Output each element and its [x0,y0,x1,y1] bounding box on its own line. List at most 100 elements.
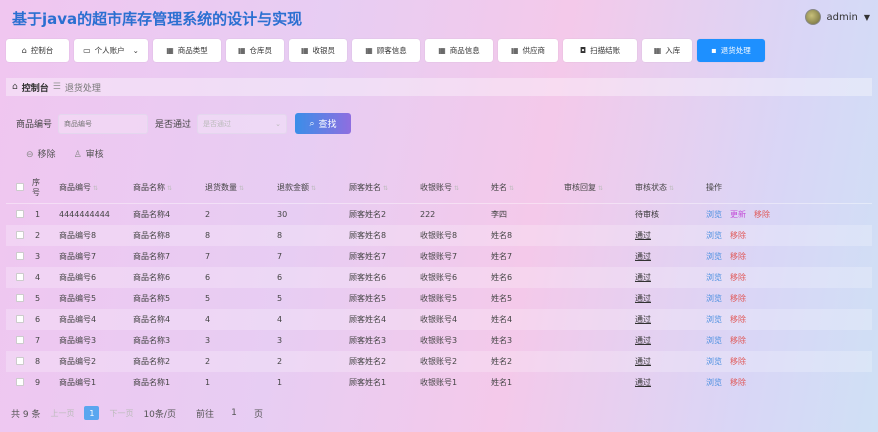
cell-status[interactable]: 通过 [635,293,706,304]
cell-cashier: 收银账号1 [420,378,458,387]
pass-select-placeholder: 是否通过 [203,119,232,128]
remove-link[interactable]: 移除 [754,210,770,219]
remove-link[interactable]: 移除 [730,252,746,261]
row-actions: 浏览 移除 [706,356,826,367]
column-header[interactable]: 商品编号 ⇅ [59,182,133,193]
remove-button[interactable]: ⊖ 移除 [26,147,56,160]
prev-page-button[interactable]: 上一页 [50,408,74,419]
search-button[interactable]: ⌕ 查找 [295,113,352,134]
nav-button[interactable]: ▦ 顾客信息 [352,39,420,62]
page-number[interactable]: 1 [84,406,100,420]
nav-button[interactable]: ◘ 扫描结账 [563,39,637,62]
cell-status[interactable]: 通过 [635,377,706,388]
update-link[interactable]: 更新 [730,210,746,219]
row-checkbox[interactable] [16,251,24,260]
total-count: 共 9 条 [11,409,41,420]
sort-icon[interactable]: ⇅ [167,185,172,192]
code-input[interactable] [58,113,149,134]
sort-icon[interactable]: ⇅ [311,185,316,192]
row-checkbox[interactable] [16,356,24,365]
nav-button[interactable]: ▦ 仓库员 [226,39,284,62]
column-header[interactable]: 退货数量 ⇅ [205,182,277,193]
user-menu[interactable]: admin ▼ [804,9,870,25]
table-row: 9 商品编号1 商品名称1 1 1 顾客姓名1 收银账号1 姓名1 通过 浏览 移除 [6,372,872,393]
view-link[interactable]: 浏览 [706,231,722,240]
column-header[interactable]: 审核回复 ⇅ [564,182,635,193]
cell-status[interactable]: 通过 [635,230,706,241]
sort-icon[interactable]: ⇅ [598,185,603,192]
avatar[interactable] [804,9,821,25]
remove-link[interactable]: 移除 [730,378,746,387]
view-link[interactable]: 浏览 [706,252,722,261]
cell-no: 2 [35,231,41,240]
sort-icon[interactable]: ⇅ [239,185,244,192]
sort-icon[interactable]: ⇅ [454,185,459,192]
remove-link[interactable]: 移除 [730,273,746,282]
nav-button[interactable]: ⌂ 控制台 [6,39,69,62]
row-checkbox[interactable] [16,314,24,323]
cell-status[interactable]: 通过 [635,314,706,325]
nav-button[interactable]: ▦ 供应商 [498,39,558,62]
column-header[interactable]: 顾客姓名 ⇅ [349,182,420,193]
nav-button[interactable]: ▭ 个人账户 ⌄ [74,39,148,62]
search-button-label: 查找 [318,120,337,130]
row-checkbox[interactable] [16,293,24,302]
cell-no: 5 [35,294,41,303]
table-header: 序号 商品编号 ⇅ 商品名称 ⇅ 退货数量 ⇅ 退款金额 ⇅ 顾客姓名 ⇅ 收银账号 ⇅ 姓名 ⇅ 审核回复 ⇅… [6,172,872,204]
home-icon[interactable]: ⌂ [12,82,18,92]
row-checkbox[interactable] [16,335,24,344]
caret-down-icon[interactable]: ▼ [864,13,870,22]
cell-status[interactable]: 通过 [635,356,706,367]
view-link[interactable]: 浏览 [706,336,722,345]
column-header[interactable]: 姓名 ⇅ [491,182,564,193]
row-actions: 浏览 移除 [706,251,826,262]
table-row: 4 商品编号6 商品名称6 6 6 顾客姓名6 收银账号6 姓名6 通过 浏览 移除 [6,267,872,288]
remove-link[interactable]: 移除 [730,315,746,324]
audit-button[interactable]: ♙ 审核 [74,147,104,160]
pass-select[interactable]: 是否通过 ⌄ [197,113,288,134]
sort-icon[interactable]: ⇅ [669,185,674,192]
view-link[interactable]: 浏览 [706,273,722,282]
nav-button[interactable]: ▦ 入库 [642,39,692,62]
sort-icon[interactable]: ⇅ [509,185,514,192]
cell-status[interactable]: 通过 [635,335,706,346]
row-checkbox[interactable] [16,230,24,239]
goto-input[interactable]: 1 [224,408,244,418]
select-all-checkbox[interactable] [16,182,24,191]
view-link[interactable]: 浏览 [706,294,722,303]
row-checkbox[interactable] [16,377,24,386]
next-page-button[interactable]: 下一页 [109,408,133,419]
remove-link[interactable]: 移除 [730,294,746,303]
sort-icon[interactable]: ⇅ [93,185,98,192]
view-link[interactable]: 浏览 [706,210,722,219]
remove-link[interactable]: 移除 [730,357,746,366]
cell-qty: 3 [205,336,211,345]
remove-link[interactable]: 移除 [730,231,746,240]
nav-button[interactable]: ▦ 收银员 [289,39,347,62]
bulk-actions: ⊖ 移除 ♙ 审核 [26,147,104,160]
cell-name: 商品名称7 [133,252,171,261]
cell-status[interactable]: 通过 [635,272,706,283]
cell-person: 姓名8 [491,231,513,240]
view-link[interactable]: 浏览 [706,378,722,387]
cell-qty: 2 [205,357,211,366]
nav-button[interactable]: ▪ 退货处理 [697,39,765,62]
column-header[interactable]: 审核状态 ⇅ [635,182,706,193]
view-link[interactable]: 浏览 [706,357,722,366]
column-header[interactable]: 商品名称 ⇅ [133,182,205,193]
remove-link[interactable]: 移除 [730,336,746,345]
column-header[interactable]: 收银账号 ⇅ [420,182,491,193]
breadcrumb-home[interactable]: 控制台 [22,81,49,94]
sort-icon[interactable]: ⇅ [383,185,388,192]
cell-person: 姓名2 [491,357,513,366]
nav-button[interactable]: ▦ 商品类型 [153,39,221,62]
view-link[interactable]: 浏览 [706,315,722,324]
nav-button[interactable]: ▦ 商品信息 [425,39,493,62]
row-checkbox[interactable] [16,209,24,218]
row-checkbox[interactable] [16,272,24,281]
column-header[interactable]: 退款金额 ⇅ [277,182,349,193]
username[interactable]: admin [827,12,858,23]
cell-status[interactable]: 通过 [635,251,706,262]
page-size-select[interactable]: 10条/页 [143,407,176,420]
column-header-label: 退货数量 [205,183,237,192]
